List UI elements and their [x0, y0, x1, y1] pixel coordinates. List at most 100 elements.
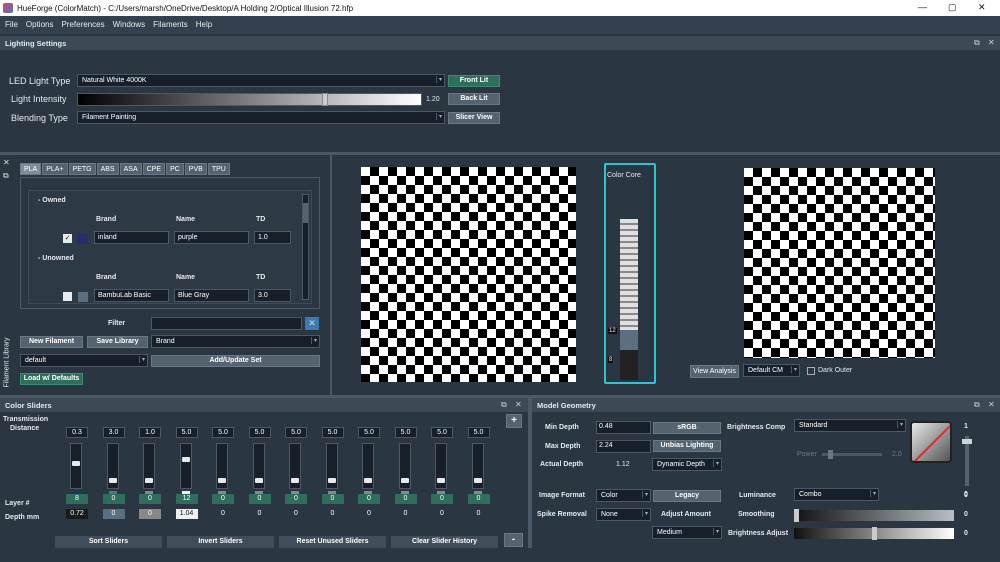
dark-outer-checkbox[interactable] — [807, 367, 815, 375]
tab-cpe[interactable]: CPE — [142, 163, 166, 175]
td-spinbox[interactable]: 0.3 — [66, 427, 88, 438]
td-spinbox[interactable]: 5.0 — [212, 427, 234, 438]
tab-pvb[interactable]: PVB — [184, 163, 207, 175]
remove-slider-button[interactable]: - — [504, 533, 523, 547]
tab-asa[interactable]: ASA — [119, 163, 142, 175]
panel-close-icon[interactable]: ✕ — [988, 400, 995, 409]
tab-pc[interactable]: PC — [166, 163, 184, 175]
clear-slider-history-button[interactable]: Clear Slider History — [391, 536, 498, 548]
slider-handle[interactable] — [254, 478, 263, 483]
layer-number[interactable]: 0 — [431, 494, 453, 504]
front-lit-button[interactable]: Front Lit — [448, 75, 500, 87]
tab-abs[interactable]: ABS — [96, 163, 119, 175]
save-library-button[interactable]: Save Library — [87, 336, 148, 348]
add-slider-button[interactable]: + — [506, 414, 522, 428]
layer-number[interactable]: 8 — [66, 494, 88, 504]
layer-slider[interactable] — [252, 443, 265, 489]
reset-unused-sliders-button[interactable]: Reset Unused Sliders — [279, 536, 386, 548]
td-field[interactable]: 3.0 — [254, 289, 291, 302]
slider-handle[interactable] — [828, 450, 833, 459]
layer-slider[interactable] — [325, 443, 338, 489]
layer-slider[interactable] — [179, 443, 192, 489]
td-spinbox[interactable]: 5.0 — [431, 427, 453, 438]
image-format-select[interactable]: Color ▾ — [596, 489, 651, 502]
preview-image[interactable] — [744, 168, 935, 358]
tab-petg[interactable]: PETG — [68, 163, 96, 175]
layer-slider[interactable] — [216, 443, 228, 489]
float-icon[interactable]: ⧉ — [3, 171, 9, 181]
close-icon[interactable]: ✕ — [978, 2, 986, 13]
layer-slider[interactable] — [398, 443, 411, 489]
min-depth-spinbox[interactable]: 0.48 — [596, 421, 651, 434]
name-field[interactable]: purple — [174, 231, 249, 244]
brightness-vertical-slider[interactable] — [962, 436, 972, 486]
color-model-select[interactable]: Default CM ▾ — [743, 364, 800, 377]
legacy-button[interactable]: Legacy — [653, 490, 721, 502]
clear-filter-icon[interactable]: ✕ — [305, 317, 319, 330]
layer-slider[interactable] — [106, 443, 119, 489]
layer-number[interactable]: 0 — [358, 494, 380, 504]
menu-help[interactable]: Help — [191, 16, 215, 29]
smoothing-slider[interactable] — [794, 509, 954, 522]
filament-set-select[interactable]: default ▾ — [20, 354, 148, 367]
float-icon[interactable]: ⧉ — [974, 38, 980, 48]
td-spinbox[interactable]: 3.0 — [102, 427, 125, 438]
back-lit-button[interactable]: Back Lit — [448, 93, 500, 105]
tab-tpu[interactable]: TPU — [207, 163, 230, 175]
float-icon[interactable]: ⧉ — [501, 400, 507, 410]
td-spinbox[interactable]: 5.0 — [285, 427, 307, 438]
sort-select[interactable]: Brand ▾ — [151, 335, 320, 348]
brightness-adjust-slider[interactable] — [794, 527, 954, 540]
original-image[interactable] — [361, 167, 576, 382]
add-update-set-button[interactable]: Add/Update Set — [151, 355, 320, 367]
menu-file[interactable]: File — [0, 16, 21, 29]
layer-marker[interactable]: 12 — [608, 328, 617, 334]
slider-handle[interactable] — [872, 527, 877, 540]
layer-number[interactable]: 0 — [467, 494, 490, 504]
layer-number[interactable]: 12 — [175, 494, 198, 504]
layer-slider[interactable] — [70, 443, 82, 489]
filter-input[interactable] — [151, 317, 302, 330]
tab-pla-plus[interactable]: PLA+ — [42, 163, 68, 175]
view-analysis-button[interactable]: View Analysis — [690, 365, 739, 378]
tab-pla[interactable]: PLA — [20, 163, 42, 175]
scroll-thumb[interactable] — [303, 203, 308, 223]
max-depth-spinbox[interactable]: 2.24 — [596, 440, 651, 453]
slider-handle[interactable] — [400, 478, 409, 483]
layer-number[interactable]: 0 — [394, 494, 417, 504]
menu-options[interactable]: Options — [21, 16, 57, 29]
slider-handle[interactable] — [962, 439, 972, 444]
brand-field[interactable]: inland — [94, 231, 169, 244]
led-type-select[interactable]: Natural White 4000K ▾ — [77, 74, 445, 87]
td-spinbox[interactable]: 1.0 — [139, 427, 161, 438]
luminance-preview[interactable] — [910, 421, 952, 463]
layer-number[interactable]: 0 — [285, 494, 307, 504]
layer-marker[interactable]: 8 — [608, 357, 614, 363]
slicer-view-button[interactable]: Slicer View — [448, 112, 500, 124]
new-filament-button[interactable]: New Filament — [20, 336, 83, 348]
layer-number[interactable]: 0 — [212, 494, 234, 504]
layer-slider[interactable] — [471, 443, 484, 489]
sort-sliders-button[interactable]: Sort Sliders — [55, 536, 162, 548]
unbias-lighting-button[interactable]: Unbias Lighting — [653, 440, 721, 452]
blending-type-select[interactable]: Filament Painting ▾ — [77, 111, 445, 124]
float-icon[interactable]: ⧉ — [974, 400, 980, 410]
slider-handle[interactable] — [145, 478, 153, 483]
power-slider[interactable] — [822, 450, 882, 459]
maximize-icon[interactable]: ▢ — [948, 2, 957, 13]
srgb-button[interactable]: sRGB — [653, 422, 721, 434]
owned-header[interactable]: - Owned — [38, 197, 66, 204]
name-field[interactable]: Blue Gray — [174, 289, 249, 302]
slider-handle[interactable] — [108, 478, 117, 483]
slider-handle[interactable] — [473, 478, 482, 483]
adjust-amount-select[interactable]: Medium ▾ — [652, 526, 722, 539]
slider-handle[interactable] — [181, 457, 190, 462]
layer-slider[interactable] — [362, 443, 374, 489]
td-spinbox[interactable]: 5.0 — [321, 427, 344, 438]
td-spinbox[interactable]: 5.0 — [358, 427, 380, 438]
slider-handle[interactable] — [327, 478, 336, 483]
layer-number[interactable]: 0 — [102, 494, 125, 504]
slider-handle[interactable] — [364, 478, 372, 483]
brand-field[interactable]: BambuLab Basic — [94, 289, 169, 302]
unowned-header[interactable]: - Unowned — [38, 255, 74, 262]
